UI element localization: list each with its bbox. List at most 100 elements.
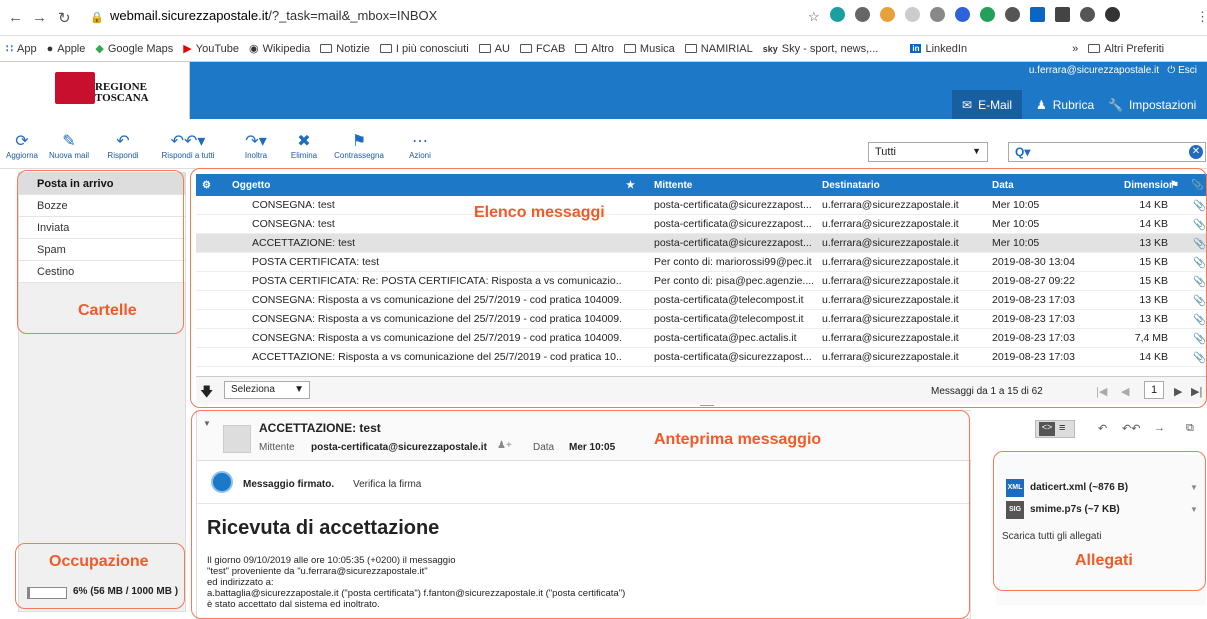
maps-icon: ◆ [95,43,104,55]
elimina-button[interactable]: ✖ Elimina [284,133,324,160]
browser-toolbar: ← → ↻ 🔒 webmail.sicurezzapostale.it/?_ta… [0,0,1207,36]
lock-icon: 🔒 [90,12,104,24]
annotation-anteprima: Anteprima messaggio [654,431,822,448]
tag-icon: ⚑ [351,133,367,150]
bookmarks-overflow[interactable]: » [1072,43,1078,55]
youtube-icon: ▶ [183,43,192,55]
user-line: u.ferrara@sicurezzapostale.it ⏻ Esci [1029,65,1197,76]
user-email: u.ferrara@sicurezzapostale.it [1028,65,1160,76]
bookmark-linkedin[interactable]: in LinkedIn [910,43,967,55]
extension-icon[interactable] [1080,7,1095,22]
folder-icon [320,44,333,53]
annotation-cartelle: Cartelle [78,302,137,319]
apple-icon: ● [46,42,54,55]
menu-icon[interactable]: ⋮ [1196,9,1207,25]
chevron-down-icon: ▼ [972,146,981,156]
logo-line2: TOSCANA [95,92,149,104]
extension-icons [830,7,1120,22]
sky-icon: sky [762,43,778,54]
bookmark-folder-piu-conosciuti[interactable]: I più conosciuti [379,43,469,55]
bookmark-youtube[interactable]: ▶ YouTube [183,42,239,56]
bookmark-apps[interactable]: ∷ App [6,42,37,56]
extension-icon[interactable] [855,7,870,22]
extension-icon[interactable] [930,7,945,22]
linkedin-icon: in [910,44,922,53]
azioni-button[interactable]: ⋯ Azioni [400,133,440,160]
folder-icon [623,44,636,53]
bookmark-wikipedia[interactable]: ◉ Wikipedia [248,42,310,56]
apps-grid-icon: ∷ [6,43,13,55]
reply-icon[interactable]: ↶ [1098,422,1107,435]
bookmarks-bar: ∷ App ● Apple ◆ Google Maps ▶ YouTube ◉ Wikip… [0,36,1207,62]
nav-email[interactable]: ✉ E-Mail [952,90,1023,119]
rispondi-tutti-button[interactable]: ↶↶▾ Rispondi a tutti [150,133,226,160]
logout-button[interactable]: ⏻ Esci [1167,65,1197,76]
folder-icon [1088,44,1101,53]
profile-avatar[interactable] [1105,7,1120,22]
bookmark-folder-au[interactable]: AU [478,43,510,55]
address-bar[interactable]: webmail.sicurezzapostale.it/?_task=mail&… [110,8,437,23]
compose-icon: ✎ [62,133,76,150]
refresh-icon: ⟳ [15,133,29,150]
annotation-elenco: Elenco messaggi [474,204,605,221]
forward-icon[interactable]: → [32,9,47,26]
url-path: /?_task=mail&_mbox=INBOX [268,8,438,23]
annotation-occupazione: Occupazione [49,553,149,570]
back-icon[interactable]: ← [8,9,23,26]
open-window-icon[interactable]: ⧉ [1186,422,1194,435]
linkedin-icon[interactable] [1030,7,1045,22]
rispondi-button[interactable]: ↶ Rispondi [98,133,148,160]
extension-icon[interactable] [1055,7,1070,22]
bookmark-folder-altri-preferiti[interactable]: Altri Preferiti [1088,43,1164,55]
wikipedia-icon: ◉ [248,43,259,55]
folder-icon [684,44,697,53]
wrench-icon: 🔧 [1108,97,1123,112]
bookmark-sky[interactable]: sky Sky - sport, news,... [763,43,879,55]
nav-impostazioni[interactable]: 🔧 Impostazioni [1098,90,1206,119]
extension-icon[interactable] [955,7,970,22]
folder-icon [575,44,588,53]
extension-icon[interactable] [1005,7,1020,22]
html-view-icon[interactable]: <> [1039,422,1055,436]
star-icon[interactable]: ☆ [808,9,820,25]
annotation-elenco-box [190,168,1207,408]
reload-icon[interactable]: ↻ [58,9,71,27]
envelope-icon: ✉ [962,97,973,112]
annotation-anteprima-box [191,410,970,619]
extension-icon[interactable] [830,7,845,22]
text-view-icon[interactable]: ≡ [1059,422,1065,434]
nav-rubrica[interactable]: ♟ Rubrica [1026,90,1104,119]
bookmark-google-maps[interactable]: ◆ Google Maps [95,42,173,56]
bookmark-folder-fcab[interactable]: FCAB [519,43,565,55]
more-dots-icon: ⋯ [412,133,428,150]
bookmark-apple[interactable]: ● Apple [47,43,86,55]
bookmark-folder-musica[interactable]: Musica [623,43,675,55]
annotation-allegati-box [993,451,1206,591]
regione-toscana-logo[interactable]: REGIONE TOSCANA [0,62,190,119]
extension-icon[interactable] [980,7,995,22]
bookmark-folder-namirial[interactable]: NAMIRIAL [684,43,753,55]
person-icon: ♟ [1036,97,1047,112]
reply-all-icon: ↶↶▾ [170,133,206,150]
reply-all-icon[interactable]: ↶↶ [1122,422,1140,435]
url-domain: webmail.sicurezzapostale.it [110,8,269,23]
extension-icon[interactable] [905,7,920,22]
nuova-mail-button[interactable]: ✎ Nuova mail [44,133,94,160]
clear-search-icon[interactable]: ✕ [1189,145,1203,159]
search-icon[interactable]: Q▾ [1015,145,1030,159]
forward-mail-icon[interactable]: → [1154,422,1165,434]
bookmark-folder-altro[interactable]: Altro [575,43,614,55]
filter-select[interactable]: Tutti ▼ [868,142,988,162]
contrassegna-button[interactable]: ⚑ Contrassegna [326,133,392,160]
view-toggle[interactable]: <> ≡ [1035,420,1075,438]
search-input[interactable]: Q▾ ✕ [1008,142,1206,162]
aggiorna-button[interactable]: ⟳ Aggiorna [2,133,42,160]
bookmark-folder-notizie[interactable]: Notizie [320,43,370,55]
flag-icon [55,72,95,104]
forward-mail-icon: ↷▾ [245,133,267,150]
extension-icon[interactable] [880,7,895,22]
folder-icon [379,44,392,53]
annotation-allegati: Allegati [1075,552,1133,569]
app-header: REGIONE TOSCANA u.ferrara@sicurezzapostal… [0,62,1207,119]
inoltra-button[interactable]: ↷▾ Inoltra [234,133,278,160]
